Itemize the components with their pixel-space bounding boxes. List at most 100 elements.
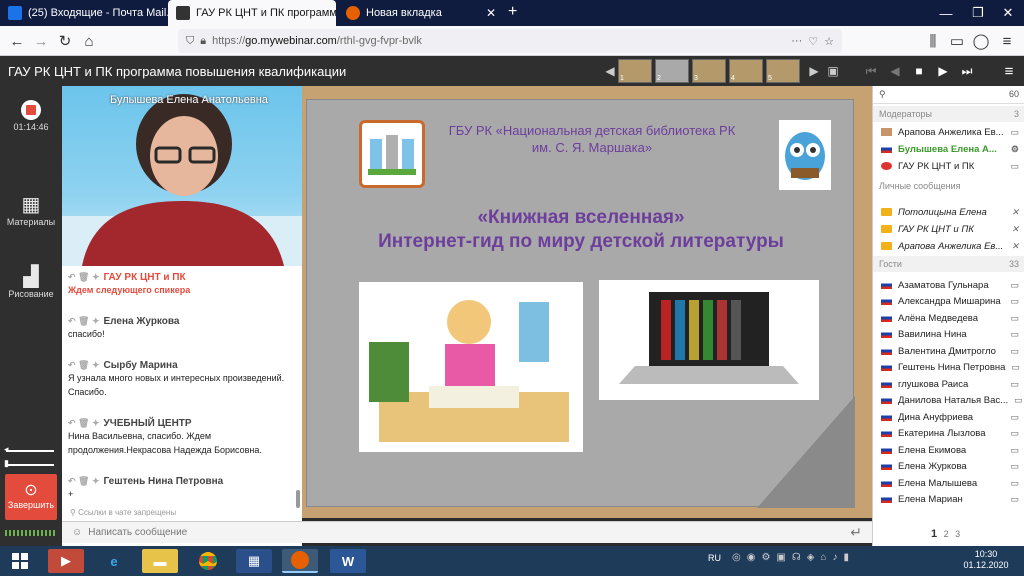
chat-scrollbar[interactable] (296, 490, 300, 508)
prev-slide-icon[interactable]: ◀ (886, 62, 904, 80)
system-tray-icons[interactable]: ◎◉⚙▣☊◈⌂♪▮ (732, 552, 855, 563)
screen-icon[interactable]: ▭ (1010, 329, 1019, 340)
materials-button[interactable]: ▦ Материалы (0, 192, 62, 227)
participant-row[interactable]: Екатерина Лызлова ▭ (873, 425, 1024, 441)
slides-prev-icon[interactable]: ◀ (601, 62, 619, 80)
private-chat-row[interactable]: ГАУ РК ЦНТ и ПК ✕ (873, 221, 1024, 237)
participant-row[interactable]: Елена Екимова ▭ (873, 442, 1024, 458)
screen-icon[interactable]: ▭ (1010, 346, 1019, 357)
slides-next-icon[interactable]: ▶ (805, 62, 823, 80)
first-slide-icon[interactable]: ⏮ (862, 62, 880, 80)
record-button[interactable] (21, 100, 41, 120)
slide-thumbnail[interactable]: 3 (692, 59, 726, 83)
smile-icon[interactable]: ☺ (72, 527, 82, 538)
close-icon[interactable]: ✕ (486, 6, 496, 20)
bookmark-star-icon[interactable]: ☆ (824, 35, 834, 48)
next-slide-icon[interactable]: ▶ (934, 62, 952, 80)
tab-new[interactable]: Новая вкладка ✕ (338, 0, 504, 26)
more-icon[interactable]: ··· (791, 35, 802, 47)
private-chat-row[interactable]: Потолицына Елена ✕ (873, 204, 1024, 220)
home-icon[interactable]: ⌂ (78, 31, 100, 51)
reply-icon[interactable]: ↶ 🗑︎ ✦ (68, 476, 100, 486)
last-slide-icon[interactable]: ⏭ (958, 62, 976, 80)
video-app-icon[interactable]: ▦ (236, 549, 272, 573)
new-tab-button[interactable]: + (508, 3, 517, 21)
private-chat-row[interactable]: Арапова Анжелика Ев... ✕ (873, 238, 1024, 254)
participant-row[interactable]: Гештень Нина Петровна ▭ (873, 359, 1024, 375)
page-link[interactable]: 3 (955, 529, 960, 539)
screen-icon[interactable]: ▭ (1010, 461, 1019, 472)
screen-icon[interactable]: ▭ (1010, 445, 1019, 456)
stop-icon[interactable]: ■ (910, 62, 928, 80)
url-bar[interactable]: ⛉ 🔒︎ https://go.mywebinar.com/rthl-gvg-f… (178, 29, 842, 53)
system-clock[interactable]: 10:30 01.12.2020 (952, 549, 1020, 571)
reply-icon[interactable]: ↶ 🗑︎ ✦ (68, 360, 100, 370)
slide-thumbnail[interactable]: 4 (729, 59, 763, 83)
participant-row[interactable]: Валентина Дмитрогло ▭ (873, 343, 1024, 359)
close-icon[interactable]: ✕ (1011, 207, 1019, 218)
participant-row[interactable]: Елена Мариан ▭ (873, 491, 1024, 507)
reply-icon[interactable]: ↶ 🗑︎ ✦ (68, 316, 100, 326)
minimize-icon[interactable]: — (930, 0, 962, 26)
firefox-taskbar-icon[interactable] (282, 549, 318, 573)
screen-icon[interactable]: ▭ (1010, 280, 1019, 291)
screen-icon[interactable]: ▭ (1010, 313, 1019, 324)
slide-thumbnail[interactable]: 2 (655, 59, 689, 83)
screen-icon[interactable]: ▭ (1010, 412, 1019, 423)
input-language[interactable]: RU (708, 553, 721, 563)
library-icon[interactable]: ⫼ (922, 31, 944, 51)
reply-icon[interactable]: ↶ 🗑︎ ✦ (68, 272, 100, 282)
participant-row[interactable]: Алёна Медведева ▭ (873, 310, 1024, 326)
pocket-icon[interactable]: ♡ (808, 35, 818, 48)
back-icon[interactable]: ← (6, 31, 28, 51)
file-explorer-icon[interactable]: ▬ (142, 549, 178, 573)
maximize-icon[interactable]: ❐ (962, 0, 994, 26)
slide-thumbnail[interactable]: 1 (618, 59, 652, 83)
tab-webinar[interactable]: ГАУ РК ЦНТ и ПК программа ✕ (168, 0, 336, 26)
close-window-icon[interactable]: ✕ (992, 0, 1024, 26)
menu-icon[interactable]: ≡ (996, 31, 1018, 51)
participant-row[interactable]: Азаматова Гульнара ▭ (873, 277, 1024, 293)
internet-explorer-icon[interactable]: e (96, 549, 132, 573)
sidebar-icon[interactable]: ▭ (946, 31, 968, 51)
page-link[interactable]: 1 (931, 528, 937, 540)
mic-slider[interactable] (6, 464, 54, 466)
finish-button[interactable]: ⊙ Завершить (5, 474, 57, 520)
tab-mail[interactable]: (25) Входящие - Почта Mail.ru ✕ (0, 0, 168, 26)
reload-icon[interactable]: ↻ (54, 31, 76, 51)
chrome-icon[interactable] (190, 549, 226, 573)
participant-row[interactable]: Данилова Наталья Вас... ▭ (873, 392, 1024, 408)
reply-icon[interactable]: ↶ 🗑︎ ✦ (68, 418, 100, 428)
chat-input[interactable]: ☺ Написать сообщение ↵ (62, 521, 872, 543)
screen-icon[interactable]: ▭ (1011, 362, 1020, 373)
participant-row[interactable]: Елена Журкова ▭ (873, 458, 1024, 474)
participant-row[interactable]: глушкова Раиса ▭ (873, 376, 1024, 392)
gear-icon[interactable]: ⚙ (1011, 144, 1019, 155)
participant-row[interactable]: Дина Ануфриева ▭ (873, 409, 1024, 425)
media-player-icon[interactable]: ▶ (48, 549, 84, 573)
participants-search[interactable]: ⚲ 60 (873, 86, 1024, 104)
menu-icon[interactable]: ≡ (1000, 62, 1018, 80)
page-link[interactable]: 2 (944, 529, 949, 539)
screen-icon[interactable]: ▭ (1010, 478, 1019, 489)
image-icon[interactable]: ▣ (824, 62, 842, 80)
forward-icon[interactable]: → (30, 31, 52, 51)
drawing-button[interactable]: ▟ Рисование (0, 264, 62, 299)
screen-icon[interactable]: ▭ (1010, 127, 1019, 138)
close-icon[interactable]: ✕ (1011, 224, 1019, 235)
send-icon[interactable]: ↵ (850, 524, 862, 541)
word-icon[interactable]: W (330, 549, 366, 573)
participant-row[interactable]: Елена Малышева ▭ (873, 475, 1024, 491)
screen-icon[interactable]: ▭ (1010, 296, 1019, 307)
participant-row[interactable]: Вавилина Нина ▭ (873, 326, 1024, 342)
screen-icon[interactable]: ▭ (1010, 379, 1019, 390)
screen-icon[interactable]: ▭ (1010, 494, 1019, 505)
participant-row[interactable]: Арапова Анжелика Ев... ▭ (873, 124, 1024, 140)
close-icon[interactable]: ✕ (1011, 241, 1019, 252)
account-icon[interactable]: ◯ (970, 31, 992, 51)
screen-icon[interactable]: ▭ (1010, 428, 1019, 439)
participant-row[interactable]: Булышева Елена А... ⚙ (873, 141, 1024, 157)
volume-slider[interactable] (6, 450, 54, 452)
screen-icon[interactable]: ▭ (1010, 161, 1019, 172)
start-button[interactable] (6, 548, 34, 574)
